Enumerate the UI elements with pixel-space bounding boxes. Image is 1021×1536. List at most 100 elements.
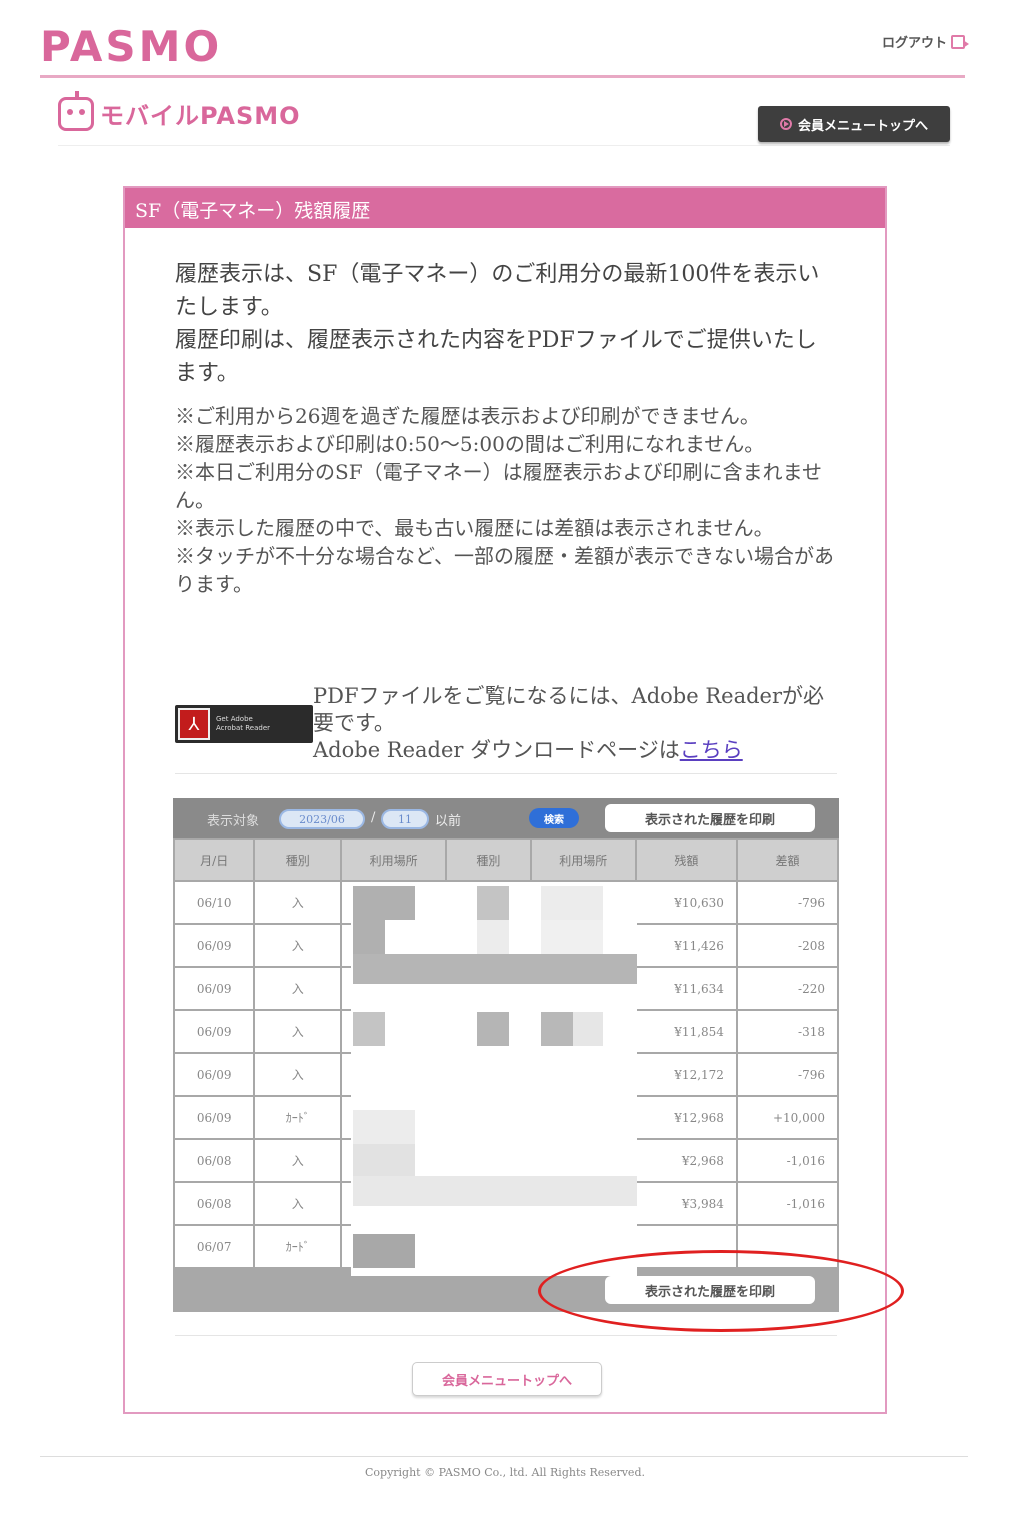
- cell-diff: -1,016: [737, 1140, 837, 1181]
- adobe-badge-line: Get Adobe: [216, 715, 253, 723]
- robot-icon: [58, 90, 94, 131]
- cell-type: 入: [255, 882, 340, 923]
- cell-type: 入: [255, 1054, 340, 1095]
- note-item: ※本日ご利用分のSF（電子マネー）は履歴表示および印刷に含まれません。: [175, 460, 822, 512]
- cell-diff: +10,000: [737, 1097, 837, 1138]
- redaction-block: [477, 1012, 509, 1046]
- adobe-download-prefix: Adobe Reader ダウンロードページは: [313, 738, 680, 762]
- note-item: ※ご利用から26週を過ぎた履歴は表示および印刷ができません。: [175, 404, 760, 428]
- cell-date: 06/10: [175, 882, 254, 923]
- cell-balance: ¥3,984: [636, 1183, 736, 1224]
- redaction-block: [541, 886, 603, 920]
- cell-type: 入: [255, 968, 340, 1009]
- redaction-block: [477, 886, 509, 920]
- redaction-block: [353, 920, 385, 954]
- adobe-download-line: Adobe Reader ダウンロードページはこちら: [313, 737, 835, 764]
- redaction-block: [353, 1176, 637, 1206]
- notes-list: ※ご利用から26週を過ぎた履歴は表示および印刷ができません。 ※履歴表示および印…: [175, 402, 835, 598]
- cell-type: ｶｰﾄﾞ: [255, 1226, 340, 1267]
- adobe-badge-text: Get Adobe Acrobat Reader: [216, 715, 270, 733]
- cell-date: 06/09: [175, 925, 254, 966]
- col-header-place-1: 利用場所: [342, 840, 446, 880]
- site-header: PASMO ログアウト: [40, 18, 969, 78]
- intro-text: 履歴表示は、SF（電子マネー）のご利用分の最新100件を表示いたします。 履歴印…: [175, 258, 825, 390]
- day-select[interactable]: 11: [381, 809, 429, 829]
- cell-balance: ¥12,172: [636, 1054, 736, 1095]
- cell-diff: -208: [737, 925, 837, 966]
- history-table-area: 表示対象 2023/06 / 11 以前 検索 表示された履歴を印刷 月/日 種…: [173, 798, 839, 1312]
- col-header-type-1: 種別: [255, 840, 340, 880]
- redaction-block: [353, 1110, 415, 1144]
- adobe-pdf-icon: ⅄: [178, 708, 210, 740]
- divider: [175, 1335, 837, 1336]
- cell-date: 06/09: [175, 1011, 254, 1052]
- cell-balance: ¥11,426: [636, 925, 736, 966]
- cell-diff: -796: [737, 1054, 837, 1095]
- redaction-block: [353, 954, 637, 984]
- cell-type: 入: [255, 1183, 340, 1224]
- cell-diff: -796: [737, 882, 837, 923]
- cell-date: 06/08: [175, 1140, 254, 1181]
- divider: [175, 773, 837, 774]
- cell-date: 06/07: [175, 1226, 254, 1267]
- cell-diff: -1,016: [737, 1183, 837, 1224]
- redaction-block: [353, 1144, 415, 1178]
- note-item: ※履歴表示および印刷は0:50〜5:00の間はご利用になれません。: [175, 432, 765, 456]
- sf-history-panel: SF（電子マネー）残額履歴 履歴表示は、SF（電子マネー）のご利用分の最新100…: [123, 186, 887, 1414]
- mobile-pasmo-logo-text: モバイルPASMO: [100, 102, 301, 130]
- cell-diff: -220: [737, 968, 837, 1009]
- cell-type: 入: [255, 925, 340, 966]
- col-header-balance: 残額: [636, 840, 736, 880]
- cell-diff: -318: [737, 1011, 837, 1052]
- member-menu-top-button-bottom[interactable]: 会員メニュートップへ: [412, 1362, 602, 1396]
- cell-date: 06/09: [175, 1097, 254, 1138]
- copyright-text: Copyright © PASMO Co., ltd. All Rights R…: [364, 1466, 645, 1479]
- month-select[interactable]: 2023/06: [279, 809, 365, 829]
- note-item: ※表示した履歴の中で、最も古い履歴には差額は表示されません。: [175, 516, 774, 540]
- redaction-block: [353, 1012, 385, 1046]
- footer-divider: [40, 1456, 968, 1457]
- filter-label: 表示対象: [207, 814, 260, 829]
- cell-type: 入: [255, 1011, 340, 1052]
- cell-balance: ¥11,854: [636, 1011, 736, 1052]
- redaction-block: [353, 886, 415, 920]
- cell-balance: ¥2,968: [636, 1140, 736, 1181]
- panel-title: SF（電子マネー）残額履歴: [125, 188, 885, 228]
- adobe-download-link[interactable]: こちら: [680, 738, 743, 762]
- get-adobe-reader-badge[interactable]: ⅄ Get Adobe Acrobat Reader: [175, 705, 313, 743]
- annotation-ellipse: [538, 1250, 904, 1332]
- mobile-pasmo-logo[interactable]: モバイルPASMO: [58, 90, 301, 131]
- filter-separator: /: [371, 810, 376, 825]
- adobe-reader-text: PDFファイルをご覧になるには、Adobe Readerが必要です。 Adobe…: [313, 683, 835, 764]
- cell-balance: ¥11,634: [636, 968, 736, 1009]
- cell-type: 入: [255, 1140, 340, 1181]
- filter-bar: 表示対象 2023/06 / 11 以前 検索 表示された履歴を印刷: [173, 798, 839, 838]
- cell-balance: ¥12,968: [636, 1097, 736, 1138]
- logout-link[interactable]: ログアウト: [881, 32, 969, 51]
- col-header-type-2: 種別: [447, 840, 530, 880]
- member-menu-top-button[interactable]: 会員メニュートップへ: [758, 106, 950, 142]
- pasmo-logo[interactable]: PASMO: [40, 22, 222, 71]
- play-icon: [779, 118, 792, 130]
- table-header-row: 月/日 種別 利用場所 種別 利用場所 残額 差額: [175, 840, 837, 880]
- redaction-block: [573, 1012, 603, 1046]
- redacted-area: [351, 882, 637, 1276]
- redaction-block: [477, 920, 509, 954]
- print-history-button-top[interactable]: 表示された履歴を印刷: [605, 804, 815, 832]
- note-item: ※タッチが不十分な場合など、一部の履歴・差額が表示できない場合があります。: [175, 544, 834, 596]
- col-header-place-2: 利用場所: [531, 840, 635, 880]
- redaction-block: [353, 1234, 415, 1268]
- cell-type: ｶｰﾄﾞ: [255, 1097, 340, 1138]
- filter-before-label: 以前: [435, 814, 462, 829]
- adobe-reader-section: ⅄ Get Adobe Acrobat Reader PDFファイルをご覧になる…: [175, 683, 835, 763]
- redaction-block: [541, 1012, 573, 1046]
- cell-date: 06/08: [175, 1183, 254, 1224]
- intro-line: 履歴表示は、SF（電子マネー）のご利用分の最新100件を表示いたします。: [175, 262, 820, 320]
- adobe-badge-line: Acrobat Reader: [216, 724, 270, 732]
- search-button[interactable]: 検索: [529, 808, 579, 828]
- member-menu-top-label: 会員メニュートップへ: [797, 118, 928, 134]
- logout-label: ログアウト: [881, 36, 947, 51]
- service-header: モバイルPASMO 会員メニュートップへ: [58, 90, 950, 146]
- col-header-date: 月/日: [175, 840, 254, 880]
- cell-date: 06/09: [175, 968, 254, 1009]
